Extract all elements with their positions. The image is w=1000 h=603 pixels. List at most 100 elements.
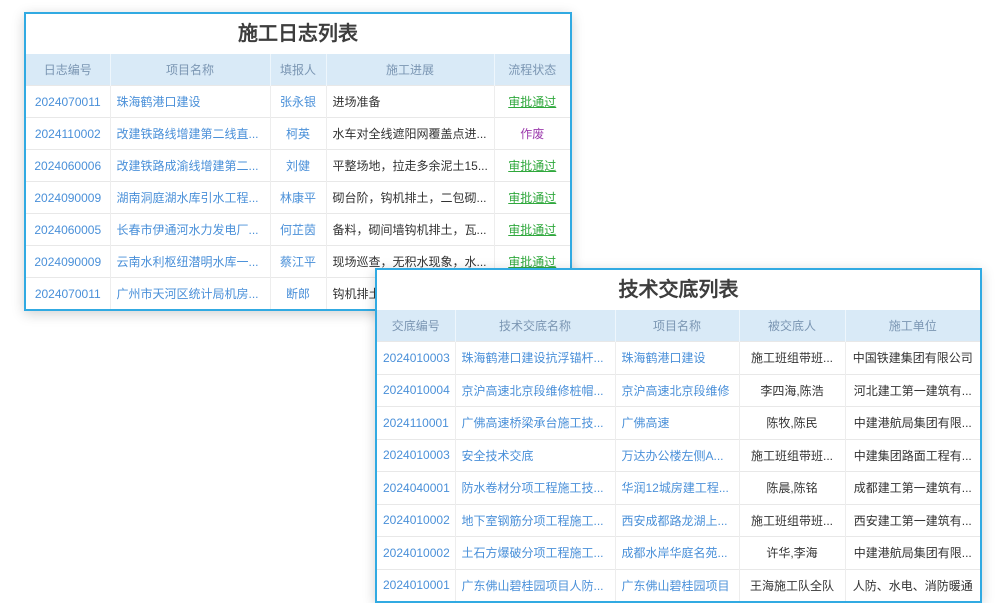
table-row: 2024010003 安全技术交底 万达办公楼左侧A... 施工班组带班... … — [377, 439, 980, 472]
disclosure-project-link[interactable]: 万达办公楼左侧A... — [622, 449, 724, 463]
disclosure-id-link[interactable]: 2024010003 — [383, 448, 450, 462]
table-row: 2024060005 长春市伊通河水力发电厂... 何芷茵 备料，砌间墙钩机排土… — [26, 214, 570, 246]
disclosure-recipients-cell: 施工班组带班... — [739, 504, 845, 537]
disclosure-header-row: 交底编号 技术交底名称 项目名称 被交底人 施工单位 — [377, 310, 980, 342]
log-project-link[interactable]: 云南水利枢纽潜明水库一... — [117, 255, 259, 269]
log-project-link[interactable]: 广州市天河区统计局机房... — [117, 287, 259, 301]
disclosure-recipients-cell: 陈牧,陈民 — [739, 407, 845, 440]
disclosure-unit-cell: 中建集团路面工程有... — [845, 439, 980, 472]
log-progress-cell: 进场准备 — [326, 86, 494, 118]
disclosure-name-link[interactable]: 防水卷材分项工程施工技... — [462, 481, 604, 495]
log-id-link[interactable]: 2024060005 — [34, 223, 101, 237]
disclosure-project-link[interactable]: 京沪高速北京段维修 — [622, 384, 730, 398]
disclosure-id-link[interactable]: 2024010002 — [383, 546, 450, 560]
construction-log-table: 施工日志列表 日志编号 项目名称 填报人 施工进展 流程状态 202407001… — [24, 12, 572, 311]
table-row: 2024010002 土石方爆破分项工程施工... 成都水岸华庭名苑... 许华… — [377, 537, 980, 570]
disclosure-project-link[interactable]: 成都水岸华庭名苑... — [622, 546, 728, 560]
log-reporter-link[interactable]: 蔡江平 — [280, 255, 316, 269]
table-row: 2024110001 广佛高速桥梁承台施工技... 广佛高速 陈牧,陈民 中建港… — [377, 407, 980, 440]
log-reporter-link[interactable]: 张永银 — [280, 95, 316, 109]
log-status-label: 作废 — [520, 127, 544, 141]
table-row: 2024040001 防水卷材分项工程施工技... 华润12城房建工程... 陈… — [377, 472, 980, 505]
table-row: 2024070011 珠海鹤港口建设 张永银 进场准备 审批通过 — [26, 86, 570, 118]
table-row: 2024060006 改建铁路成渝线增建第二... 刘健 平整场地，拉走多余泥土… — [26, 150, 570, 182]
disclosure-col-header-name: 技术交底名称 — [455, 310, 615, 342]
disclosure-table-title: 技术交底列表 — [377, 270, 980, 310]
table-row: 2024010002 地下室钢筋分项工程施工... 西安成都路龙湖上... 施工… — [377, 504, 980, 537]
log-table-title: 施工日志列表 — [26, 14, 570, 54]
log-status-link[interactable]: 审批通过 — [508, 223, 556, 237]
disclosure-name-link[interactable]: 地下室钢筋分项工程施工... — [462, 514, 604, 528]
disclosure-recipients-cell: 施工班组带班... — [739, 342, 845, 375]
log-id-link[interactable]: 2024110002 — [35, 127, 101, 141]
disclosure-name-link[interactable]: 京沪高速北京段维修桩帽... — [462, 384, 604, 398]
log-progress-cell: 水车对全线遮阳网覆盖点进... — [326, 118, 494, 150]
log-project-link[interactable]: 长春市伊通河水力发电厂... — [117, 223, 259, 237]
log-project-link[interactable]: 改建铁路线增建第二线直... — [117, 127, 259, 141]
log-id-link[interactable]: 2024070011 — [35, 287, 101, 301]
disclosure-id-link[interactable]: 2024010001 — [383, 578, 450, 592]
disclosure-unit-cell: 河北建工第一建筑有... — [845, 374, 980, 407]
disclosure-unit-cell: 人防、水电、消防暖通 — [845, 569, 980, 601]
log-progress-cell: 砌台阶，钩机排土，二包砌... — [326, 182, 494, 214]
table-row: 2024010003 珠海鹤港口建设抗浮锚杆... 珠海鹤港口建设 施工班组带班… — [377, 342, 980, 375]
disclosure-name-link[interactable]: 广佛高速桥梁承台施工技... — [462, 416, 604, 430]
disclosure-unit-cell: 中建港航局集团有限... — [845, 537, 980, 570]
disclosure-recipients-cell: 陈晨,陈铭 — [739, 472, 845, 505]
disclosure-name-link[interactable]: 广东佛山碧桂园项目人防... — [462, 579, 604, 593]
log-col-header-project: 项目名称 — [110, 54, 270, 86]
disclosure-project-link[interactable]: 珠海鹤港口建设 — [622, 351, 706, 365]
disclosure-unit-cell: 中国铁建集团有限公司 — [845, 342, 980, 375]
disclosure-unit-cell: 中建港航局集团有限... — [845, 407, 980, 440]
disclosure-project-link[interactable]: 华润12城房建工程... — [622, 481, 729, 495]
table-row: 2024010004 京沪高速北京段维修桩帽... 京沪高速北京段维修 李四海,… — [377, 374, 980, 407]
log-col-header-status: 流程状态 — [494, 54, 570, 86]
disclosure-id-link[interactable]: 2024110001 — [383, 416, 449, 430]
disclosure-name-link[interactable]: 安全技术交底 — [462, 449, 534, 463]
disclosure-id-link[interactable]: 2024010003 — [383, 351, 450, 365]
log-reporter-link[interactable]: 何芷茵 — [280, 223, 316, 237]
disclosure-col-header-recipients: 被交底人 — [739, 310, 845, 342]
disclosure-project-link[interactable]: 西安成都路龙湖上... — [622, 514, 728, 528]
disclosure-unit-cell: 成都建工第一建筑有... — [845, 472, 980, 505]
disclosure-recipients-cell: 施工班组带班... — [739, 439, 845, 472]
table-row: 2024110002 改建铁路线增建第二线直... 柯英 水车对全线遮阳网覆盖点… — [26, 118, 570, 150]
disclosure-col-header-id: 交底编号 — [377, 310, 455, 342]
disclosure-recipients-cell: 李四海,陈浩 — [739, 374, 845, 407]
log-project-link[interactable]: 湖南洞庭湖水库引水工程... — [117, 191, 259, 205]
disclosure-name-link[interactable]: 珠海鹤港口建设抗浮锚杆... — [462, 351, 604, 365]
log-project-link[interactable]: 珠海鹤港口建设 — [117, 95, 201, 109]
log-reporter-link[interactable]: 林康平 — [280, 191, 316, 205]
disclosure-col-header-unit: 施工单位 — [845, 310, 980, 342]
log-col-header-reporter: 填报人 — [270, 54, 326, 86]
tech-disclosure-table: 技术交底列表 交底编号 技术交底名称 项目名称 被交底人 施工单位 202401… — [375, 268, 982, 603]
log-col-header-progress: 施工进展 — [326, 54, 494, 86]
disclosure-project-link[interactable]: 广东佛山碧桂园项目 — [622, 579, 730, 593]
disclosure-table: 交底编号 技术交底名称 项目名称 被交底人 施工单位 2024010003 珠海… — [377, 310, 980, 601]
log-status-link[interactable]: 审批通过 — [508, 95, 556, 109]
log-id-link[interactable]: 2024070011 — [35, 95, 101, 109]
disclosure-id-link[interactable]: 2024010004 — [383, 383, 450, 397]
disclosure-id-link[interactable]: 2024040001 — [383, 481, 450, 495]
disclosure-id-link[interactable]: 2024010002 — [383, 513, 450, 527]
log-id-link[interactable]: 2024090009 — [34, 255, 101, 269]
disclosure-name-link[interactable]: 土石方爆破分项工程施工... — [462, 546, 604, 560]
log-col-header-id: 日志编号 — [26, 54, 110, 86]
log-id-link[interactable]: 2024060006 — [34, 159, 101, 173]
log-status-link[interactable]: 审批通过 — [508, 255, 556, 269]
log-progress-cell: 备料，砌间墙钩机排土，瓦... — [326, 214, 494, 246]
log-status-link[interactable]: 审批通过 — [508, 191, 556, 205]
disclosure-unit-cell: 西安建工第一建筑有... — [845, 504, 980, 537]
log-header-row: 日志编号 项目名称 填报人 施工进展 流程状态 — [26, 54, 570, 86]
table-row: 2024090009 湖南洞庭湖水库引水工程... 林康平 砌台阶，钩机排土，二… — [26, 182, 570, 214]
log-status-link[interactable]: 审批通过 — [508, 159, 556, 173]
log-project-link[interactable]: 改建铁路成渝线增建第二... — [117, 159, 259, 173]
disclosure-project-link[interactable]: 广佛高速 — [622, 416, 670, 430]
log-reporter-link[interactable]: 刘健 — [286, 159, 310, 173]
log-id-link[interactable]: 2024090009 — [34, 191, 101, 205]
disclosure-recipients-cell: 王海施工队全队 — [739, 569, 845, 601]
log-reporter-link[interactable]: 断郎 — [286, 287, 310, 301]
log-reporter-link[interactable]: 柯英 — [286, 127, 310, 141]
log-progress-cell: 平整场地，拉走多余泥土15... — [326, 150, 494, 182]
disclosure-col-header-project: 项目名称 — [615, 310, 739, 342]
